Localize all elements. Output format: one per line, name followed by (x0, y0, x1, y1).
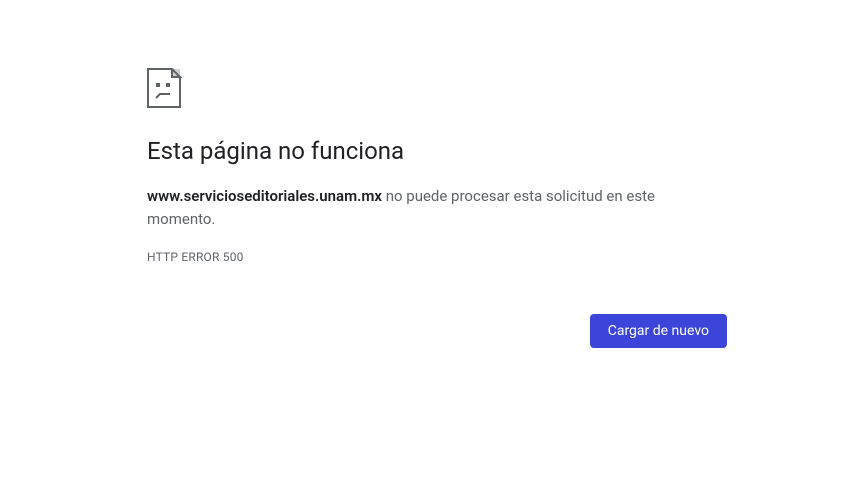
error-code: HTTP ERROR 500 (147, 250, 727, 264)
error-container: Esta página no funciona www.serviciosedi… (147, 68, 727, 348)
actions-row: Cargar de nuevo (147, 314, 727, 348)
sad-document-icon (147, 68, 727, 108)
reload-button[interactable]: Cargar de nuevo (590, 314, 727, 348)
error-host: www.servicioseditoriales.unam.mx (147, 187, 382, 205)
page-title: Esta página no funciona (147, 136, 727, 167)
error-description: www.servicioseditoriales.unam.mx no pued… (147, 185, 727, 232)
